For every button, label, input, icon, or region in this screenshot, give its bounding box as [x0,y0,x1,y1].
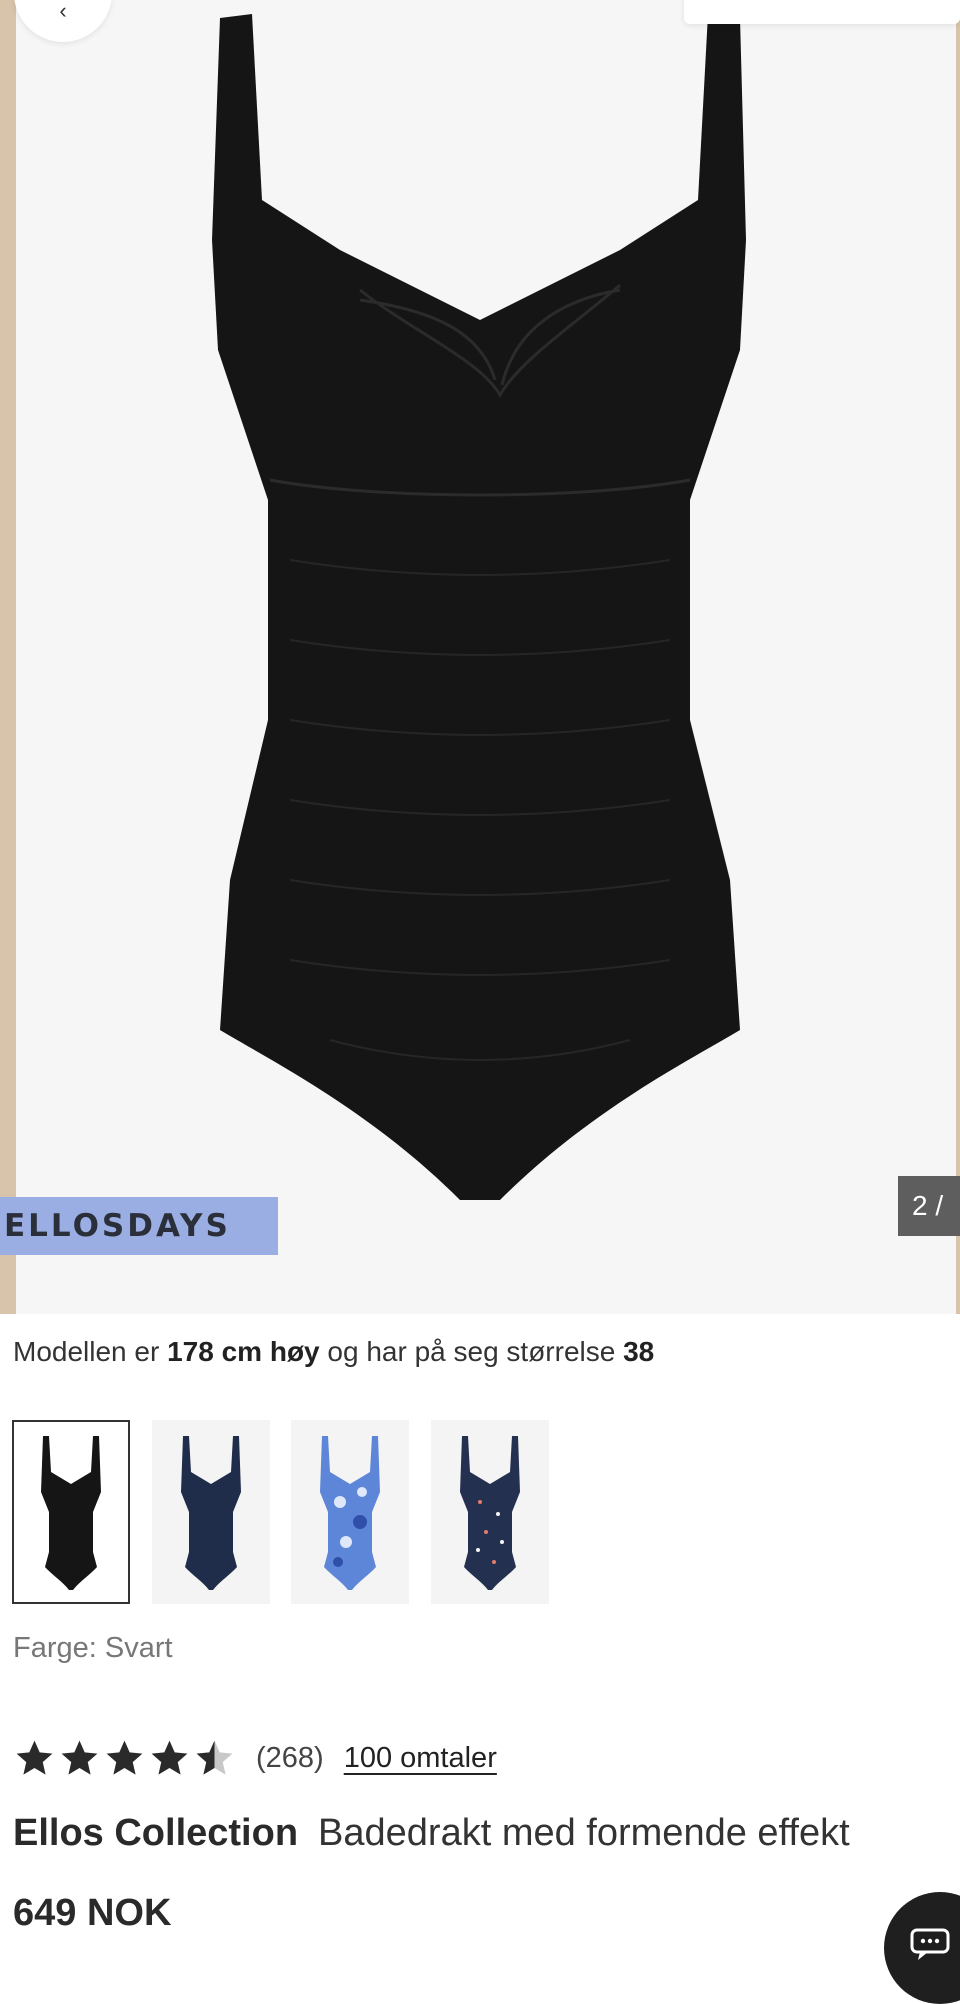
swatch-image [181,1436,241,1590]
swatch-image [460,1436,520,1590]
image-counter: 2 / [898,1176,960,1236]
color-swatch-svart[interactable] [12,1420,130,1604]
top-right-control[interactable] [684,0,960,24]
color-label: Farge: Svart [13,1632,173,1664]
product-image [212,14,746,1200]
chevron-left-icon: ‹ [59,0,67,23]
swatch-image [320,1436,380,1590]
product-brand[interactable]: Ellos Collection [13,1812,298,1854]
product-price: 649 NOK [13,1892,172,1934]
chat-button[interactable] [884,1892,960,2004]
half-star-icon [196,1740,233,1775]
next-image-edge [956,0,960,1314]
star-icon [16,1740,53,1775]
chat-icon [910,1928,950,1960]
previous-image-edge [0,0,16,1314]
star-rating [13,1737,236,1780]
product-title: Ellos Collection Badedrakt med formende e… [13,1812,850,1855]
star-icon [61,1740,98,1775]
product-image-gallery[interactable]: ‹ ELLOSDAYS 2 / [0,0,960,1314]
rating-row: (268) 100 omtaler [13,1734,497,1782]
back-button[interactable]: ‹ [14,0,112,42]
color-swatch-navy-print[interactable] [431,1420,549,1604]
product-name: Badedrakt med formende effekt [318,1812,850,1854]
star-icon [106,1740,143,1775]
swatch-image [41,1436,101,1590]
color-swatch-navy[interactable] [152,1420,270,1604]
rating-count: (268) [256,1741,324,1774]
model-info: Modellen er 178 cm høy og har på seg stø… [13,1336,655,1367]
promo-badge: ELLOSDAYS [0,1197,278,1255]
star-icon [151,1740,188,1775]
color-swatch-blue-floral[interactable] [291,1420,409,1604]
reviews-link[interactable]: 100 omtaler [344,1742,497,1775]
